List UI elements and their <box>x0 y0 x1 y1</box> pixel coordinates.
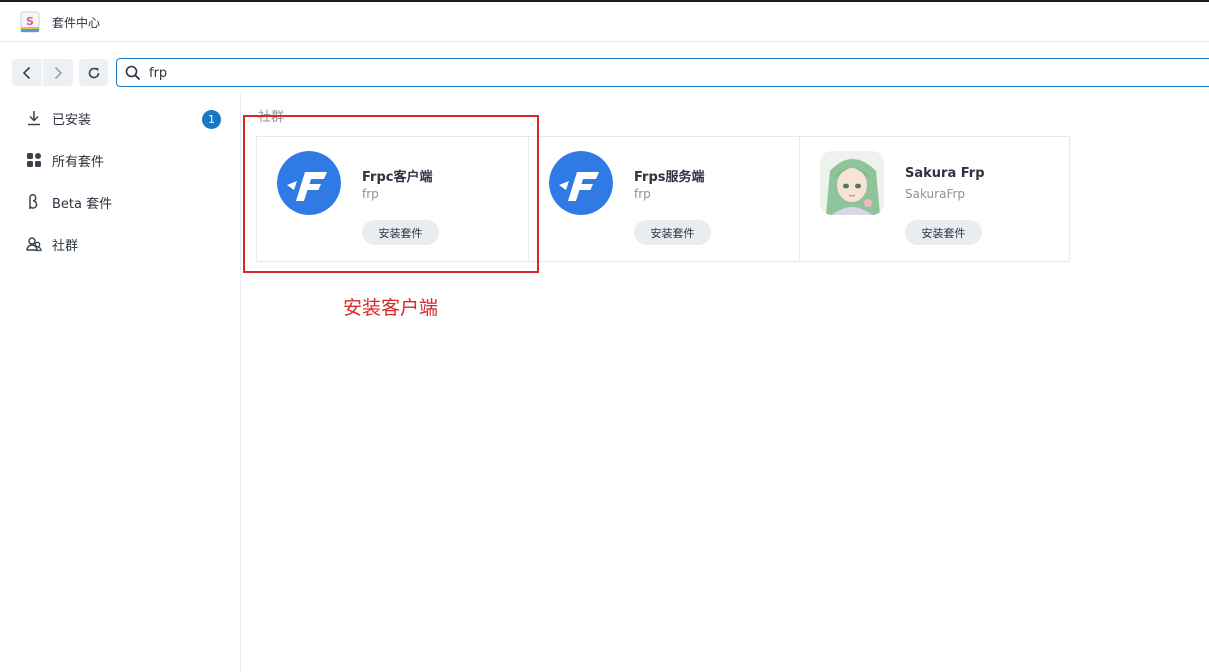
sidebar-item-all-packages[interactable]: 所有套件 <box>0 142 240 178</box>
download-icon <box>26 110 42 126</box>
package-publisher: frp <box>634 187 651 201</box>
forward-button[interactable] <box>43 59 73 86</box>
sidebar-item-label: 已安装 <box>52 113 92 128</box>
package-name: Frps服务端 <box>634 170 705 185</box>
window-title: 套件中心 <box>52 16 101 30</box>
installed-count-badge: 1 <box>202 110 221 129</box>
sakura-avatar-icon <box>820 151 884 215</box>
toolbar <box>0 42 1209 94</box>
refresh-button[interactable] <box>79 59 108 86</box>
package-name: Sakura Frp <box>905 166 985 181</box>
search-box[interactable] <box>116 58 1209 87</box>
package-card-sakura-frp[interactable]: Sakura Frp SakuraFrp 安装套件 <box>799 137 1070 261</box>
beta-icon <box>26 194 42 210</box>
grid-icon <box>26 152 42 168</box>
search-input[interactable] <box>149 63 549 83</box>
search-icon <box>125 65 141 81</box>
frp-logo-icon <box>549 151 613 215</box>
sidebar-item-label: 所有套件 <box>52 155 105 170</box>
install-button[interactable]: 安装套件 <box>634 220 711 245</box>
community-icon <box>26 236 42 252</box>
package-publisher: SakuraFrp <box>905 187 966 201</box>
nav-button-group <box>12 59 73 86</box>
sidebar-item-installed[interactable]: 已安装 1 <box>0 100 240 136</box>
sidebar-item-beta[interactable]: Beta 套件 <box>0 184 240 220</box>
sidebar-item-label: Beta 套件 <box>52 197 113 212</box>
sidebar-item-label: 社群 <box>52 239 79 254</box>
package-card-frps[interactable]: Frps服务端 frp 安装套件 <box>528 137 799 261</box>
install-button[interactable]: 安装套件 <box>905 220 982 245</box>
svg-text:S: S <box>26 15 34 28</box>
sidebar: 已安装 1 所有套件 Beta 套件 社群 <box>0 94 241 672</box>
annotation-text: 安装客户端 <box>343 297 439 319</box>
chevron-left-icon <box>22 66 31 79</box>
sidebar-item-community[interactable]: 社群 <box>0 226 240 262</box>
refresh-icon <box>88 67 99 78</box>
title-bar: S 套件中心 <box>0 2 1209 42</box>
annotation-highlight-box <box>243 115 539 273</box>
chevron-right-icon <box>54 66 63 79</box>
back-button[interactable] <box>12 59 42 86</box>
package-center-app-icon: S <box>20 11 40 33</box>
